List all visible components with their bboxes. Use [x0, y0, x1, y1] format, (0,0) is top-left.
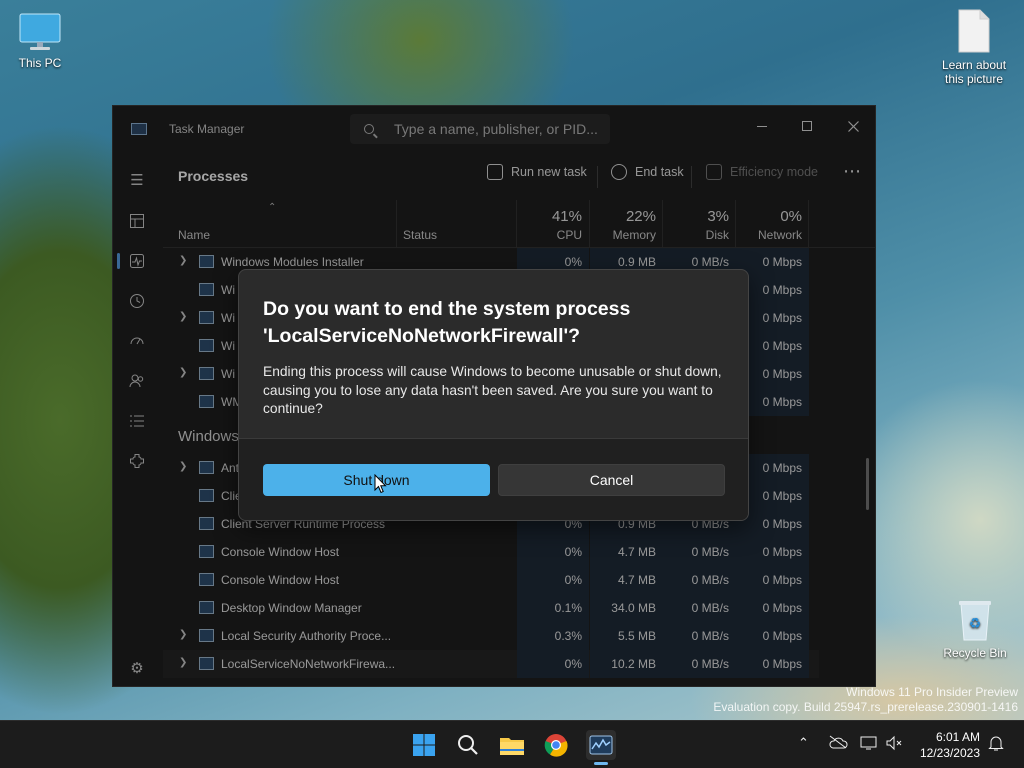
windows-start-icon[interactable] — [409, 730, 439, 760]
desktop-icon-recycle-bin[interactable]: ♻ Recycle Bin — [935, 598, 1015, 660]
active-app-indicator — [594, 762, 608, 765]
clock[interactable]: 6:01 AM 12/23/2023 — [920, 729, 980, 761]
volume-muted-icon[interactable] — [885, 735, 903, 754]
network-display-icon[interactable] — [860, 735, 878, 754]
desktop-icon-label: Learn about this picture — [941, 58, 1007, 86]
dialog-message: Ending this process will cause Windows t… — [263, 364, 722, 416]
desktop-icon-label: Recycle Bin — [943, 646, 1007, 660]
monitor-icon — [19, 12, 61, 52]
desktop-icon-this-pc[interactable]: This PC — [0, 12, 80, 70]
desktop-icon-learn-about-picture[interactable]: Learn about this picture — [934, 8, 1014, 86]
notifications-bell-icon[interactable] — [988, 734, 1004, 755]
watermark-line-2: Evaluation copy. Build 25947.rs_prerelea… — [713, 700, 1018, 714]
onedrive-cloud-icon[interactable] — [828, 735, 848, 752]
watermark-line-1: Windows 11 Pro Insider Preview — [846, 685, 1018, 699]
show-hidden-icons-chevron-up-icon[interactable]: ⌃ — [798, 735, 809, 751]
dialog-footer: Shut down Cancel — [239, 438, 748, 520]
dialog-title: Do you want to end the system process 'L… — [263, 298, 631, 347]
task-manager-taskbar-icon[interactable] — [586, 730, 616, 760]
taskbar: ⌃ 6:01 AM 12/23/2023 — [0, 720, 1024, 768]
recycle-bin-icon: ♻ — [956, 598, 994, 642]
chrome-icon[interactable] — [541, 730, 571, 760]
clock-date: 12/23/2023 — [919, 746, 980, 760]
cancel-button[interactable]: Cancel — [498, 464, 725, 496]
os-watermark: Windows 11 Pro Insider Preview Evaluatio… — [713, 685, 1018, 715]
file-explorer-icon[interactable] — [497, 730, 527, 760]
search-icon[interactable] — [453, 730, 483, 760]
svg-text:♻: ♻ — [969, 616, 982, 632]
end-process-dialog: Do you want to end the system process 'L… — [238, 269, 749, 521]
document-icon — [956, 8, 992, 54]
clock-time: 6:01 AM — [935, 730, 980, 744]
desktop-icon-label: This PC — [18, 56, 62, 70]
